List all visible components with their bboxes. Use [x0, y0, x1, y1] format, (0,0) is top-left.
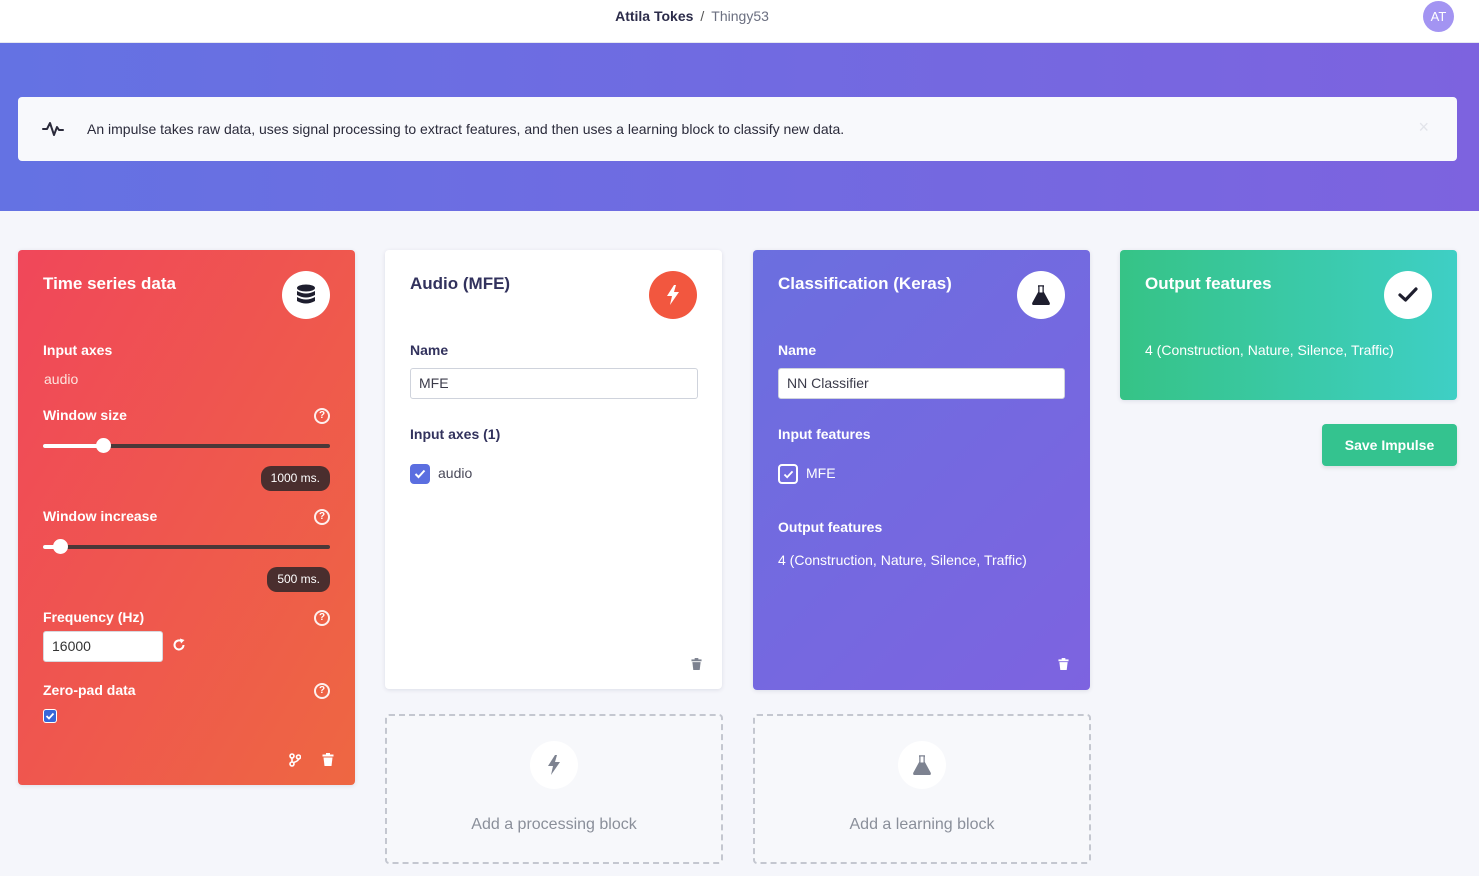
name-label: Name: [410, 342, 449, 358]
time-series-card: Time series data Input axes audio Window…: [18, 250, 355, 785]
output-features-value: 4 (Construction, Nature, Silence, Traffi…: [778, 552, 1027, 568]
notice-text: An impulse takes raw data, uses signal p…: [87, 121, 845, 137]
check-icon: [783, 470, 793, 478]
card-title: Audio (MFE): [410, 274, 511, 293]
input-axes-label: Input axes: [43, 342, 113, 358]
check-icon: [44, 710, 56, 722]
mfe-checkbox-label: MFE: [806, 465, 836, 481]
trash-icon[interactable]: [322, 753, 334, 766]
mfe-checkbox[interactable]: [778, 464, 798, 484]
help-icon[interactable]: ?: [314, 683, 330, 699]
input-axes-label: Input axes (1): [410, 426, 501, 442]
top-bar: Attila Tokes / Thingy53 AT: [0, 0, 1479, 43]
frequency-label: Frequency (Hz): [43, 609, 145, 625]
database-icon: [282, 271, 330, 319]
card-title: Classification (Keras): [778, 274, 952, 293]
slider-handle[interactable]: [96, 438, 111, 453]
output-features-card: Output features 4 (Construction, Nature,…: [1120, 250, 1457, 400]
flask-icon: [1017, 271, 1065, 319]
processing-block-card: Audio (MFE) Name MFE Input axes (1) audi…: [385, 250, 722, 689]
zero-pad-label: Zero-pad data: [43, 682, 136, 698]
check-icon: [414, 469, 426, 479]
flask-icon: [898, 741, 946, 789]
name-input[interactable]: MFE: [410, 368, 698, 399]
bolt-icon: [649, 271, 697, 319]
output-features-value: 4 (Construction, Nature, Silence, Traffi…: [1145, 342, 1394, 358]
save-impulse-button[interactable]: Save Impulse: [1322, 424, 1457, 466]
learning-block-card: Classification (Keras) Name NN Classifie…: [753, 250, 1090, 690]
breadcrumb: Attila Tokes / Thingy53: [0, 8, 1384, 24]
window-size-label: Window size: [43, 407, 127, 423]
input-axes-value: audio: [44, 371, 79, 387]
name-label: Name: [778, 342, 817, 358]
window-increase-slider[interactable]: [43, 539, 330, 554]
slider-fill: [43, 444, 103, 448]
frequency-input[interactable]: 16000: [43, 631, 163, 662]
branch-icon[interactable]: [289, 753, 301, 767]
window-increase-label: Window increase: [43, 508, 158, 524]
card-title: Time series data: [43, 274, 176, 293]
window-increase-value: 500 ms.: [267, 567, 330, 592]
refresh-icon[interactable]: [172, 638, 186, 652]
card-title: Output features: [1145, 274, 1272, 293]
check-icon: [1384, 271, 1432, 319]
info-notice: An impulse takes raw data, uses signal p…: [18, 97, 1457, 161]
audio-checkbox-label: audio: [438, 465, 473, 481]
input-features-label: Input features: [778, 426, 871, 442]
add-learning-label: Add a learning block: [849, 816, 995, 833]
zero-pad-checkbox[interactable]: [43, 709, 57, 723]
slider-handle[interactable]: [53, 539, 68, 554]
trash-icon[interactable]: [691, 658, 702, 670]
breadcrumb-separator: /: [700, 8, 705, 24]
help-icon[interactable]: ?: [314, 509, 330, 525]
breadcrumb-project[interactable]: Thingy53: [711, 8, 769, 24]
trash-icon[interactable]: [1058, 658, 1069, 670]
hero-banner: An impulse takes raw data, uses signal p…: [0, 43, 1479, 211]
help-icon[interactable]: ?: [314, 610, 330, 626]
pulse-icon: [42, 122, 64, 136]
add-processing-block[interactable]: Add a processing block: [385, 714, 723, 864]
bolt-icon: [530, 741, 578, 789]
add-processing-label: Add a processing block: [471, 816, 637, 833]
output-features-label: Output features: [778, 519, 883, 535]
add-learning-block[interactable]: Add a learning block: [753, 714, 1091, 864]
name-input[interactable]: NN Classifier: [778, 368, 1065, 399]
window-size-value: 1000 ms.: [260, 466, 330, 491]
avatar[interactable]: AT: [1423, 1, 1454, 32]
audio-checkbox[interactable]: [410, 464, 430, 484]
close-icon[interactable]: ×: [1418, 117, 1429, 138]
help-icon[interactable]: ?: [314, 408, 330, 424]
window-size-slider[interactable]: [43, 438, 330, 453]
breadcrumb-user[interactable]: Attila Tokes: [615, 8, 693, 24]
